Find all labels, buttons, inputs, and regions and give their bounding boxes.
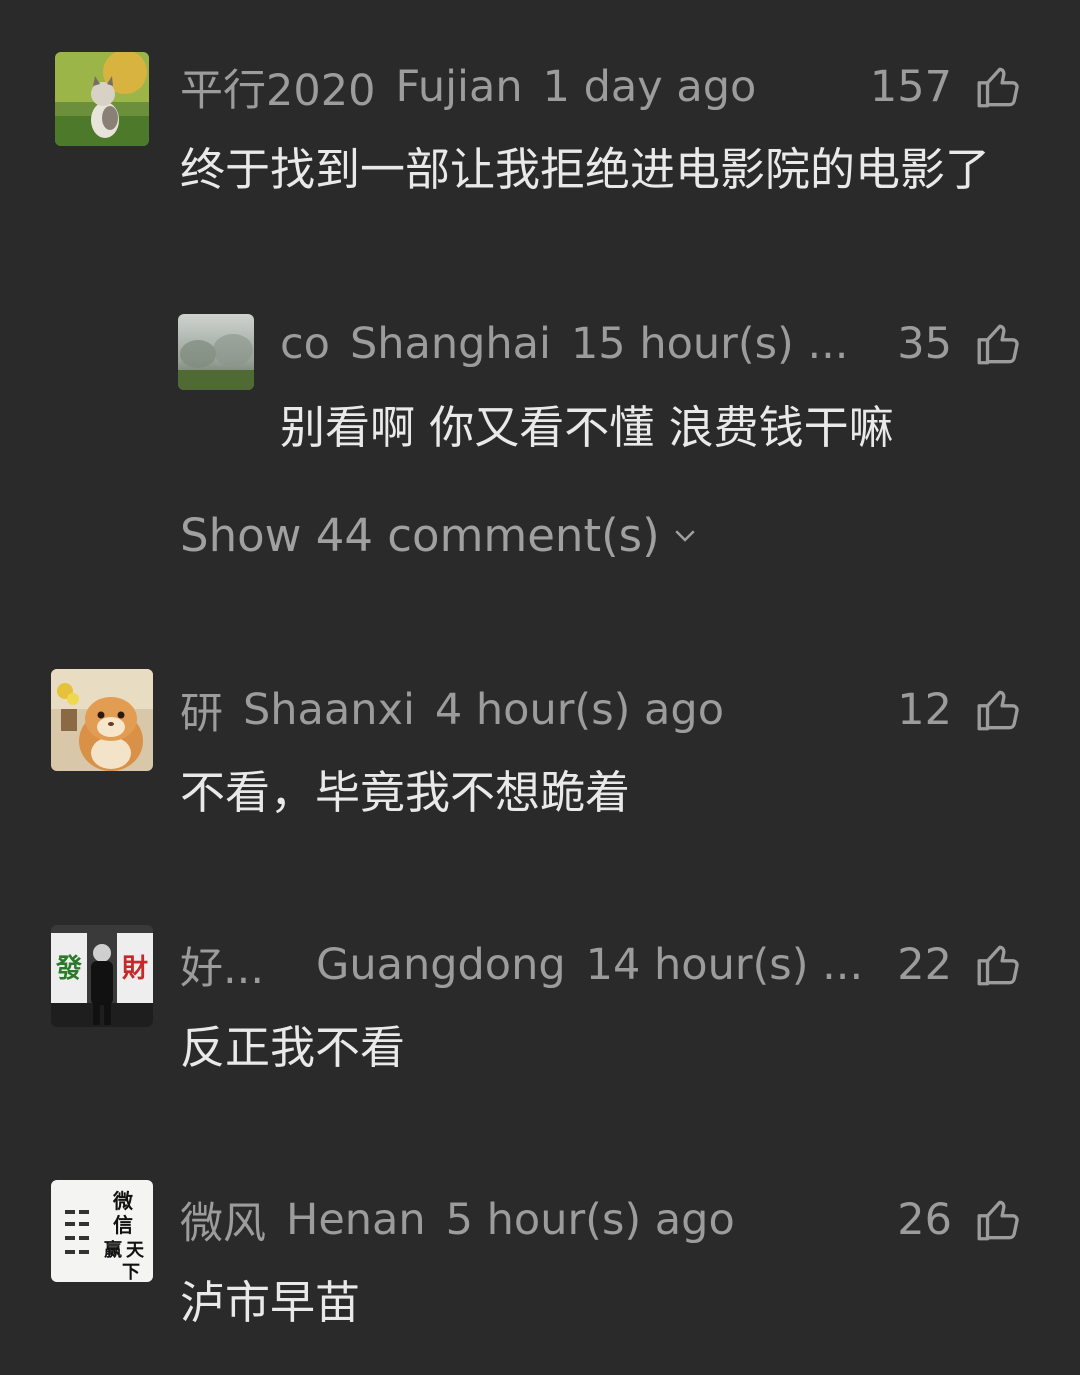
comment-meta: 好... Guangdong 14 hour(s) ...: [180, 935, 883, 995]
calligraphy-glyph: 信: [113, 1213, 133, 1237]
username[interactable]: 研: [180, 679, 223, 741]
calligraphy-glyph: 下: [122, 1262, 140, 1282]
thumbs-up-icon[interactable]: [974, 940, 1024, 990]
timestamp: 15 hour(s) ...: [570, 319, 849, 369]
comment-text: 泸市早苗: [180, 1276, 361, 1329]
calligraphy-glyph: 赢: [104, 1239, 122, 1261]
like-count: 157: [869, 62, 952, 112]
calligraphy-glyph: 微: [112, 1189, 133, 1213]
comment-text: 反正我不看: [180, 1021, 406, 1074]
like-button[interactable]: 12: [897, 680, 1024, 740]
show-more-comments-button[interactable]: Show 44 comment(s): [180, 500, 700, 570]
thumbs-up-icon[interactable]: [974, 1195, 1024, 1245]
avatar[interactable]: 微 信 赢 天 下: [51, 1180, 153, 1282]
like-button[interactable]: 22: [897, 935, 1024, 995]
thumbs-up-icon[interactable]: [974, 62, 1024, 112]
show-more-label: Show 44 comment(s): [180, 508, 660, 562]
reply-meta: co Shanghai 15 hour(s) ...: [280, 314, 868, 374]
timestamp: 4 hour(s) ago: [434, 685, 725, 735]
avatar[interactable]: 發 財: [51, 925, 153, 1027]
thumbs-up-icon[interactable]: [974, 319, 1024, 369]
comment-text: 终于找到一部让我拒绝进电影院的电影了: [180, 143, 991, 196]
timestamp: 1 day ago: [542, 62, 757, 112]
reply-text: 别看啊 你又看不懂 浪费钱干嘛: [280, 401, 894, 454]
comment-meta: 研 Shaanxi 4 hour(s) ago: [180, 680, 744, 740]
like-button[interactable]: 35: [897, 314, 1024, 374]
like-count: 12: [897, 685, 952, 735]
location: Fujian: [395, 62, 523, 112]
like-count: 22: [897, 940, 952, 990]
comment-meta: 平行2020 Fujian 1 day ago: [180, 57, 776, 117]
avatar[interactable]: [51, 669, 153, 771]
location: Guangdong: [316, 940, 566, 990]
mahjong-left-glyph: 發: [55, 954, 83, 984]
avatar[interactable]: [178, 314, 254, 390]
location: Henan: [286, 1195, 426, 1245]
username[interactable]: 好...: [180, 934, 264, 996]
username[interactable]: 微风: [180, 1189, 266, 1251]
location: Shanghai: [349, 319, 551, 369]
username[interactable]: 平行2020: [180, 56, 375, 118]
mahjong-right-glyph: 財: [122, 954, 148, 984]
thumbs-up-icon[interactable]: [974, 685, 1024, 735]
avatar[interactable]: [55, 52, 149, 146]
timestamp: 5 hour(s) ago: [445, 1195, 735, 1245]
comment-meta: 微风 Henan 5 hour(s) ago: [180, 1190, 755, 1250]
chevron-down-icon: [675, 530, 695, 542]
like-count: 35: [897, 319, 952, 369]
timestamp: 14 hour(s) ...: [585, 940, 864, 990]
comment-text: 不看，毕竟我不想跪着: [180, 766, 631, 819]
username[interactable]: co: [280, 319, 330, 369]
like-count: 26: [897, 1195, 952, 1245]
location: Shaanxi: [243, 685, 415, 735]
like-button[interactable]: 157: [870, 57, 1024, 117]
like-button[interactable]: 26: [897, 1190, 1024, 1250]
calligraphy-glyph: 天: [126, 1240, 145, 1261]
